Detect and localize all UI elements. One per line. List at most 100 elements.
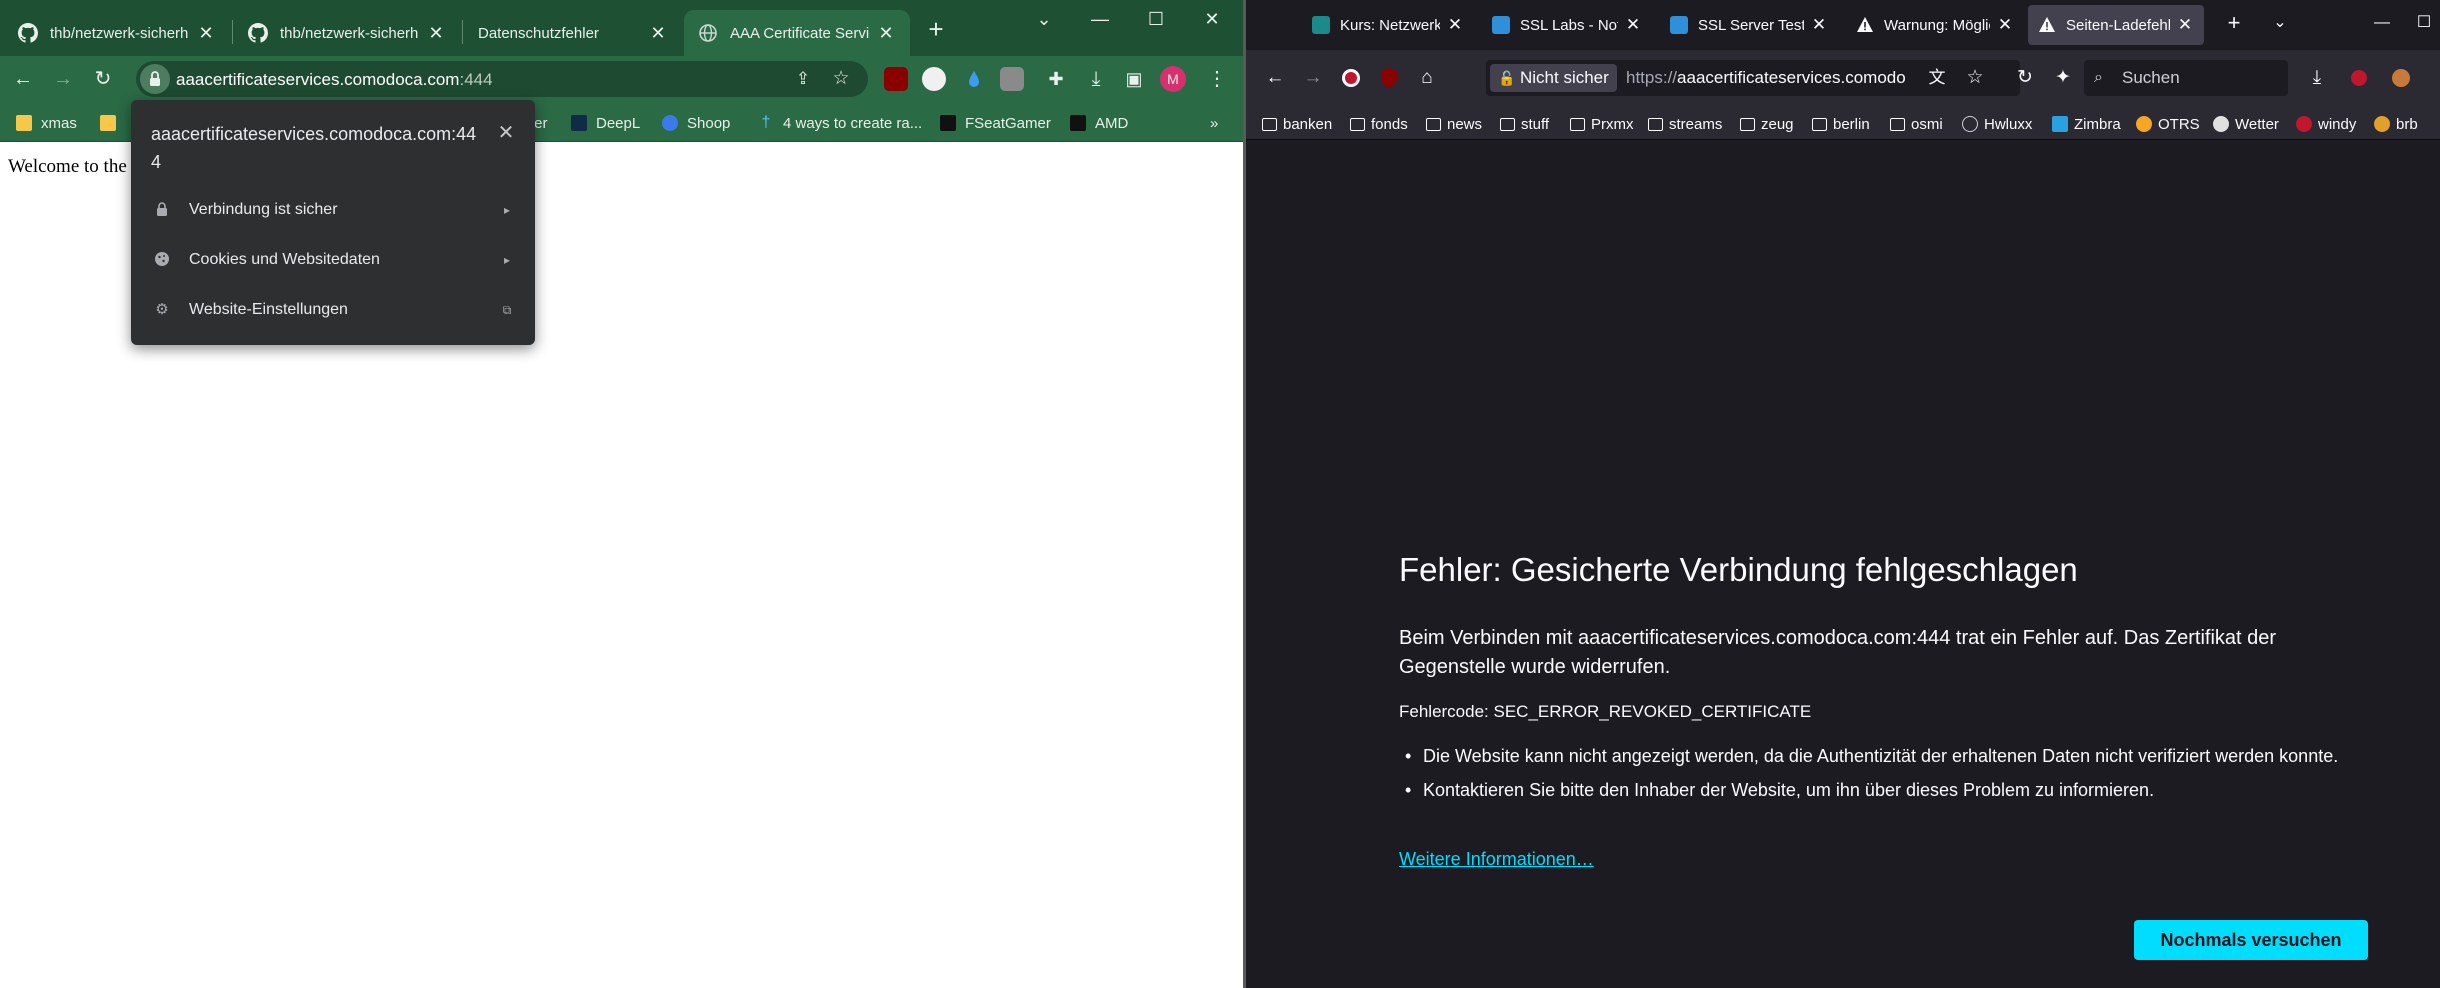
- download-icon[interactable]: ⤓: [1081, 64, 1111, 94]
- forward-button[interactable]: →: [1298, 63, 1328, 93]
- omnibox[interactable]: aaacertificateservices.comodoca.com:444 …: [136, 61, 868, 97]
- list-all-tabs-button[interactable]: ⌄: [2258, 8, 2302, 38]
- folder-icon: [1350, 117, 1365, 131]
- globe-icon: [1962, 116, 1978, 132]
- extension-icon[interactable]: [1000, 67, 1024, 91]
- translate-icon[interactable]: 文: [1922, 63, 1952, 93]
- bookmark-folder[interactable]: berlin: [1812, 113, 1870, 135]
- ublock-icon[interactable]: [1374, 63, 1404, 93]
- folder-icon: [1648, 117, 1663, 131]
- firefox-tab-ssl-server-test[interactable]: SSL Server Test: ✕: [1660, 5, 1838, 45]
- bookmarks-overflow[interactable]: »: [1210, 112, 1218, 134]
- bookmark-folder[interactable]: fonds: [1350, 113, 1408, 135]
- close-icon[interactable]: ✕: [196, 23, 216, 44]
- bookmark-label: AMD: [1095, 114, 1129, 132]
- close-icon[interactable]: ✕: [1810, 15, 1828, 35]
- search-icon: ⌕: [2094, 69, 2103, 86]
- try-again-button[interactable]: Nochmals versuchen: [2134, 920, 2368, 960]
- tab-title: Warnung: Möglic: [1884, 16, 1990, 34]
- close-icon[interactable]: ✕: [426, 23, 446, 44]
- firefox-tab-kurs[interactable]: Kurs: Netzwerksi ✕: [1302, 5, 1474, 45]
- chrome-tab-aaa-certificate[interactable]: AAA Certificate Servic ✕: [684, 10, 910, 56]
- popup-item-connection[interactable]: Verbindung ist sicher ▸: [131, 185, 535, 235]
- popup-item-cookies[interactable]: Cookies und Websitedaten ▸: [131, 235, 535, 285]
- close-window-button[interactable]: ✕: [1184, 4, 1240, 34]
- bookmark-item[interactable]: DeepL: [571, 112, 640, 134]
- bookmark-item[interactable]: † 4 ways to create ra...: [758, 112, 923, 134]
- chrome-tab-datenschutzfehler[interactable]: Datenschutzfehler ✕: [464, 10, 682, 56]
- bookmark-windy[interactable]: windy: [2296, 113, 2356, 135]
- bookmark-wetter[interactable]: Wetter: [2213, 113, 2279, 135]
- bookmark-label: FSeatGamer: [965, 114, 1051, 132]
- close-icon[interactable]: ✕: [2176, 15, 2194, 35]
- sidepanel-icon[interactable]: ▣: [1119, 64, 1149, 94]
- bookmark-folder[interactable]: osmi: [1890, 113, 1943, 135]
- minimize-button[interactable]: —: [2360, 8, 2404, 38]
- not-secure-indicator[interactable]: 🔓 Nicht sicher: [1490, 64, 1617, 92]
- bookmark-folder[interactable]: streams: [1648, 113, 1722, 135]
- bookmark-item[interactable]: AMD: [1070, 112, 1128, 134]
- firefox-tab-ssllabs[interactable]: SSL Labs - Not A ✕: [1482, 5, 1652, 45]
- firefox-window: Kurs: Netzwerksi ✕ SSL Labs - Not A ✕ SS…: [1246, 0, 2440, 988]
- error-bullet-list: Die Website kann nicht angezeigt werden,…: [1399, 744, 2339, 812]
- chrome-tab-github-1[interactable]: thb/netzwerk-sicherh ✕: [4, 10, 230, 56]
- tab-title: Kurs: Netzwerksi: [1340, 16, 1440, 34]
- close-icon[interactable]: ✕: [648, 23, 668, 44]
- menu-icon[interactable]: ⋮: [1202, 64, 1232, 94]
- popup-close-button[interactable]: ✕: [495, 120, 517, 144]
- home-icon[interactable]: ⌂: [1412, 63, 1442, 93]
- tab-title: SSL Server Test:: [1698, 16, 1804, 34]
- bookmark-label: news: [1447, 115, 1483, 133]
- site-info-button[interactable]: [140, 64, 170, 94]
- reload-button[interactable]: ↻: [88, 64, 118, 94]
- chrome-tab-github-2[interactable]: thb/netzwerk-sicherh ✕: [234, 10, 460, 56]
- extension-icon[interactable]: [2344, 63, 2374, 93]
- bookmark-brb[interactable]: brb: [2374, 113, 2418, 135]
- close-icon[interactable]: ✕: [876, 23, 896, 44]
- bookmark-folder[interactable]: Prxmx: [1570, 113, 1634, 135]
- firefox-tab-seiten-ladefehler[interactable]: Seiten-Ladefehle ✕: [2028, 5, 2204, 45]
- bookmark-star-icon[interactable]: ☆: [1960, 63, 1990, 93]
- bookmark-zimbra[interactable]: Zimbra: [2052, 113, 2121, 135]
- close-icon[interactable]: ✕: [1446, 15, 1464, 35]
- maximize-button[interactable]: ☐: [1128, 4, 1184, 34]
- bookmark-item[interactable]: Shoop: [662, 112, 730, 134]
- bookmark-folder[interactable]: stuff: [1500, 113, 1549, 135]
- new-tab-button[interactable]: +: [2212, 8, 2256, 38]
- minimize-button[interactable]: —: [1072, 4, 1128, 34]
- bookmark-folder[interactable]: zeug: [1740, 113, 1794, 135]
- puzzle-icon[interactable]: ✚: [1041, 64, 1071, 94]
- bookmark-otrs[interactable]: OTRS: [2136, 113, 2200, 135]
- back-button[interactable]: ←: [1260, 63, 1290, 93]
- forward-button[interactable]: →: [48, 64, 78, 94]
- moodle-icon: [1312, 16, 1330, 34]
- search-box[interactable]: ⌕ Suchen: [2084, 60, 2288, 96]
- profile-icon[interactable]: [2386, 63, 2416, 93]
- tab-search-button[interactable]: ⌄: [1016, 4, 1072, 34]
- bookmark-folder[interactable]: banken: [1262, 113, 1332, 135]
- share-icon[interactable]: ⇪: [788, 64, 818, 94]
- bookmark-item[interactable]: [100, 112, 125, 134]
- bookmark-folder[interactable]: news: [1426, 113, 1482, 135]
- maximize-button[interactable]: ☐: [2402, 8, 2440, 38]
- firefox-tab-warnung[interactable]: Warnung: Möglic ✕: [1846, 5, 2024, 45]
- bookmark-item[interactable]: xmas: [16, 112, 77, 134]
- download-icon[interactable]: ⤓: [2302, 63, 2332, 93]
- popup-item-site-settings[interactable]: ⚙ Website-Einstellungen ⧉: [131, 285, 535, 335]
- bookmark-star-icon[interactable]: ☆: [826, 64, 856, 94]
- ublock-icon[interactable]: [884, 67, 908, 91]
- bookmark-item[interactable]: FSeatGamer: [940, 112, 1051, 134]
- reload-button[interactable]: ↻: [2010, 63, 2040, 93]
- profile-avatar[interactable]: M: [1160, 66, 1186, 92]
- ghostery-icon[interactable]: [1336, 63, 1366, 93]
- bookmark-hwluxx[interactable]: Hwluxx: [1962, 113, 2032, 135]
- close-icon[interactable]: ✕: [1996, 15, 2014, 35]
- droplet-icon[interactable]: [962, 67, 986, 91]
- extension-icon[interactable]: [922, 67, 946, 91]
- chrome-toolbar: ← → ↻ aaacertificateservices.comodoca.co…: [0, 56, 1243, 102]
- back-button[interactable]: ←: [8, 64, 38, 94]
- extension-icon[interactable]: ✦: [2048, 63, 2078, 93]
- new-tab-button[interactable]: +: [920, 14, 952, 46]
- more-info-link[interactable]: Weitere Informationen…: [1399, 849, 1594, 870]
- close-icon[interactable]: ✕: [1624, 15, 1642, 35]
